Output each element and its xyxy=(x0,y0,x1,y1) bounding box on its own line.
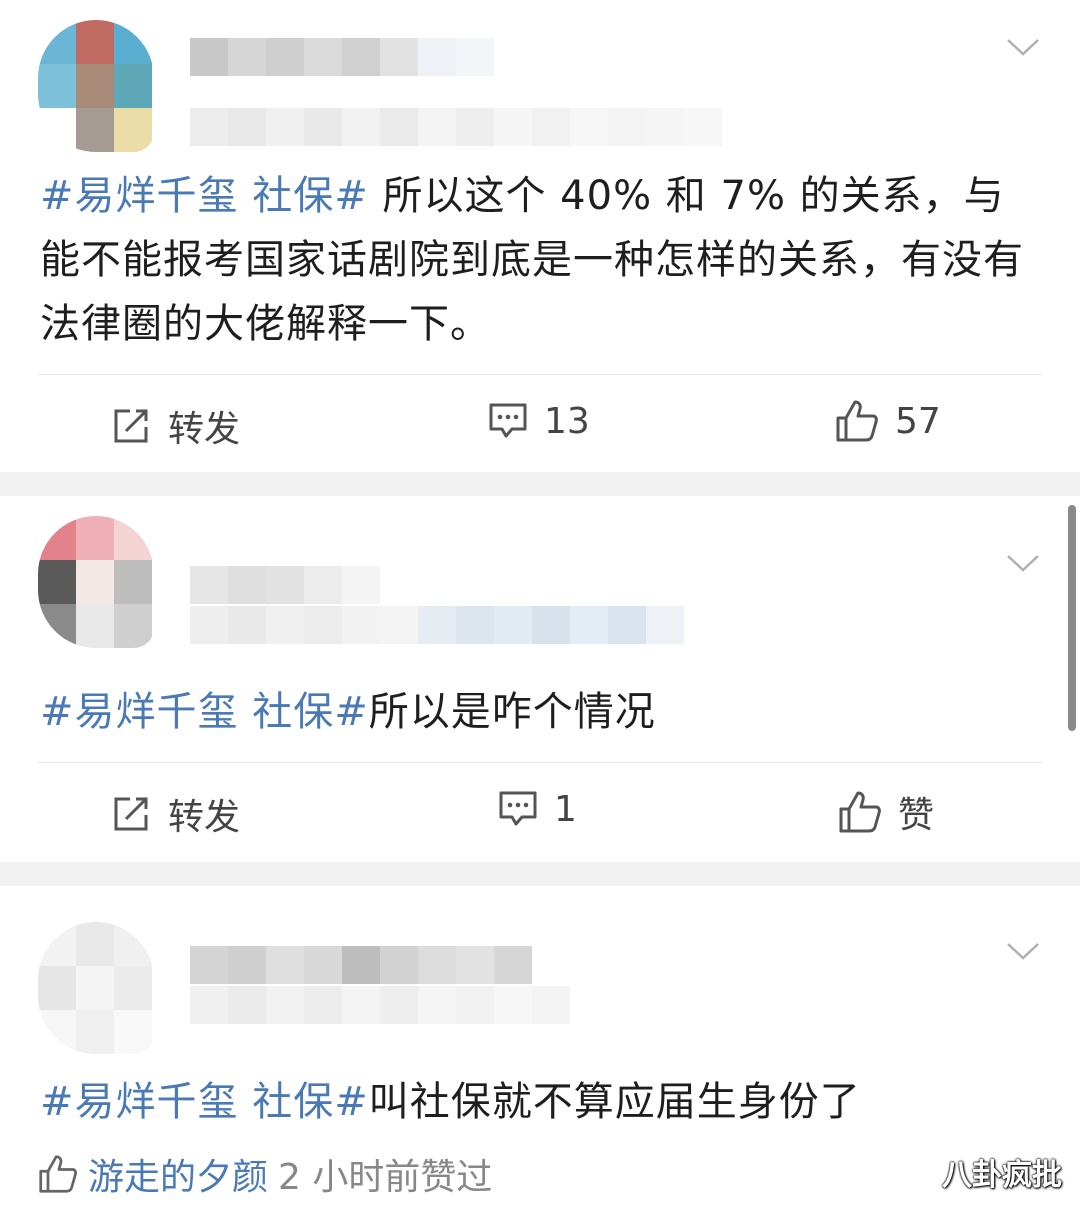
scrollbar[interactable] xyxy=(1068,505,1076,731)
watermark: 八卦疯批 xyxy=(942,1158,1062,1193)
chevron-down-icon[interactable] xyxy=(1006,30,1040,64)
post-text: #易烊千玺 社保# 所以这个 40% 和 7% 的关系，与能不能报考国家话剧院到… xyxy=(40,164,1040,356)
post-separator xyxy=(0,862,1080,886)
avatar[interactable] xyxy=(38,20,154,152)
post-card: #易烊千玺 社保# 所以这个 40% 和 7% 的关系，与能不能报考国家话剧院到… xyxy=(0,0,1080,472)
hashtag-link[interactable]: #易烊千玺 社保# xyxy=(40,173,369,219)
post-separator xyxy=(0,472,1080,496)
hashtag-link[interactable]: #易烊千玺 社保# xyxy=(40,1079,369,1125)
username-blurred[interactable] xyxy=(190,566,380,604)
post-meta-blurred xyxy=(190,108,722,146)
username-blurred[interactable] xyxy=(190,38,494,76)
post-meta-blurred xyxy=(190,606,684,644)
liked-by-row: 游走的夕颜 2 小时前赞过 xyxy=(38,1148,492,1200)
avatar[interactable] xyxy=(38,922,154,1054)
thumbs-up-icon xyxy=(839,791,881,833)
post-card: #易烊千玺 社保#所以是咋个情况 转发 1 赞 xyxy=(0,496,1080,862)
comment-count: 13 xyxy=(544,400,590,442)
repost-icon xyxy=(114,797,148,831)
repost-label: 转发 xyxy=(168,797,241,838)
post-body: 叫社保就不算应届生身份了 xyxy=(368,1079,861,1125)
like-label: 赞 xyxy=(898,795,935,836)
comment-icon xyxy=(489,403,527,438)
post-text: #易烊千玺 社保#所以是咋个情况 xyxy=(40,680,1040,744)
comment-icon xyxy=(499,791,537,826)
like-button[interactable]: 赞 xyxy=(838,786,934,838)
comment-button[interactable]: 13 xyxy=(488,400,590,442)
comment-button[interactable]: 1 xyxy=(498,788,577,830)
avatar[interactable] xyxy=(38,516,154,648)
repost-label: 转发 xyxy=(168,409,241,450)
thumbs-up-icon xyxy=(836,400,878,442)
post-meta-blurred xyxy=(190,986,570,1024)
thumbs-up-icon xyxy=(39,1155,77,1193)
repost-button[interactable]: 转发 xyxy=(110,788,240,840)
like-button[interactable]: 57 xyxy=(835,398,941,444)
repost-icon xyxy=(114,409,148,443)
liked-by-user-link[interactable]: 游走的夕颜 xyxy=(88,1148,268,1200)
liked-by-time: 2 小时前赞过 xyxy=(278,1157,493,1198)
comment-count: 1 xyxy=(554,788,577,830)
divider xyxy=(38,374,1042,375)
post-body: 所以是咋个情况 xyxy=(368,689,656,735)
username-blurred[interactable] xyxy=(190,946,532,984)
chevron-down-icon[interactable] xyxy=(1006,934,1040,968)
post-text: #易烊千玺 社保#叫社保就不算应届生身份了 xyxy=(40,1070,1040,1134)
hashtag-link[interactable]: #易烊千玺 社保# xyxy=(40,689,369,735)
like-count: 57 xyxy=(895,400,941,442)
repost-button[interactable]: 转发 xyxy=(110,400,240,452)
divider xyxy=(38,762,1042,763)
chevron-down-icon[interactable] xyxy=(1006,546,1040,580)
